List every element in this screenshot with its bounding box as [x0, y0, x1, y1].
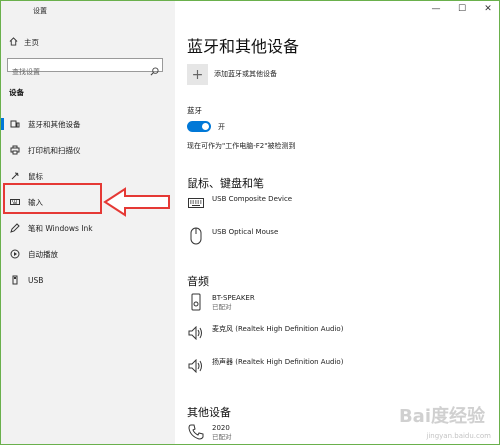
sidebar: 设置 主页 设备 蓝牙和其他设备 打印机和扫描仪 [1, 1, 175, 444]
device-name: USB Composite Device [212, 195, 293, 203]
sidebar-item-label: 自动播放 [28, 249, 58, 259]
device-speakers[interactable]: 扬声器 (Realtek High Definition Audio) [187, 357, 343, 381]
group-title-input-devices: 鼠标、键盘和笔 [187, 177, 264, 190]
watermark-url: jingyan.baidu.com [426, 432, 491, 440]
device-microphone[interactable]: 麦克风 (Realtek High Definition Audio) [187, 324, 343, 348]
discoverable-text: 现在可作为"工作电脑-F2"被检测到 [187, 142, 296, 150]
device-name: 2020 [212, 424, 230, 432]
main-pane: 蓝牙和其他设备 + 添加蓝牙或其他设备 蓝牙 开 现在可作为"工作电脑-F2"被… [175, 1, 499, 444]
home-link[interactable]: 主页 [9, 37, 39, 48]
search-icon[interactable] [150, 61, 159, 80]
bluetooth-devices-icon [10, 119, 20, 129]
sidebar-item-label: USB [28, 275, 44, 285]
device-bt-speaker[interactable]: BT-SPEAKER 已配对 [187, 293, 255, 317]
audio-icon [187, 324, 205, 342]
device-status: 已配对 [212, 303, 232, 311]
add-device-label[interactable]: 添加蓝牙或其他设备 [214, 69, 277, 79]
sidebar-item-label: 鼠标 [28, 171, 43, 181]
maximize-button[interactable]: ☐ [457, 4, 467, 14]
phone-icon [187, 423, 205, 441]
group-title-other-devices: 其他设备 [187, 406, 231, 419]
device-status: 已配对 [212, 433, 232, 441]
add-device-button[interactable]: + [187, 64, 208, 85]
group-title-audio: 音频 [187, 275, 209, 288]
annotation-arrow-icon [103, 187, 170, 217]
pen-icon [10, 223, 20, 233]
close-button[interactable]: ✕ [483, 4, 493, 14]
speaker-device-icon [187, 293, 205, 311]
minimize-button[interactable]: — [431, 4, 441, 14]
settings-window: 设置 主页 设备 蓝牙和其他设备 打印机和扫描仪 [0, 0, 500, 445]
search-box[interactable] [7, 58, 163, 78]
home-label: 主页 [24, 38, 39, 47]
toggle-knob [202, 123, 209, 130]
device-name: BT-SPEAKER [212, 294, 255, 302]
audio-icon [187, 357, 205, 375]
mouse-icon [187, 227, 205, 245]
plus-icon: + [191, 66, 204, 83]
window-title: 设置 [33, 7, 47, 15]
sidebar-item-pen[interactable]: 笔和 Windows Ink [1, 219, 175, 237]
autoplay-icon [10, 249, 20, 259]
sidebar-item-usb[interactable]: USB [1, 271, 175, 289]
bluetooth-toggle[interactable] [187, 121, 211, 132]
sidebar-item-autoplay[interactable]: 自动播放 [1, 245, 175, 263]
device-2020[interactable]: 2020 已配对 [187, 423, 232, 444]
device-usb-mouse[interactable]: USB Optical Mouse [187, 227, 278, 251]
device-usb-composite[interactable]: USB Composite Device [187, 194, 292, 218]
annotation-highlight-box [3, 183, 102, 214]
device-name: 麦克风 (Realtek High Definition Audio) [212, 325, 344, 333]
sidebar-item-label: 打印机和扫描仪 [28, 145, 81, 155]
sidebar-item-label: 笔和 Windows Ink [28, 223, 93, 233]
search-input[interactable] [8, 66, 142, 78]
bluetooth-state-text: 开 [218, 123, 225, 131]
usb-icon [10, 275, 20, 285]
sidebar-item-printers[interactable]: 打印机和扫描仪 [1, 141, 175, 159]
bluetooth-label: 蓝牙 [187, 106, 202, 115]
page-title: 蓝牙和其他设备 [187, 37, 300, 56]
section-label-devices: 设备 [9, 88, 24, 97]
keyboard-icon [187, 194, 205, 212]
sidebar-item-label: 蓝牙和其他设备 [28, 119, 81, 129]
watermark-logo: Bai度经验 [398, 406, 485, 427]
window-controls: — ☐ ✕ [431, 4, 493, 14]
device-name: USB Optical Mouse [212, 228, 279, 236]
mouse-icon [10, 171, 20, 181]
home-icon [9, 37, 18, 48]
device-name: 扬声器 (Realtek High Definition Audio) [212, 358, 344, 366]
sidebar-item-bluetooth[interactable]: 蓝牙和其他设备 [1, 115, 175, 133]
printer-icon [10, 145, 20, 155]
